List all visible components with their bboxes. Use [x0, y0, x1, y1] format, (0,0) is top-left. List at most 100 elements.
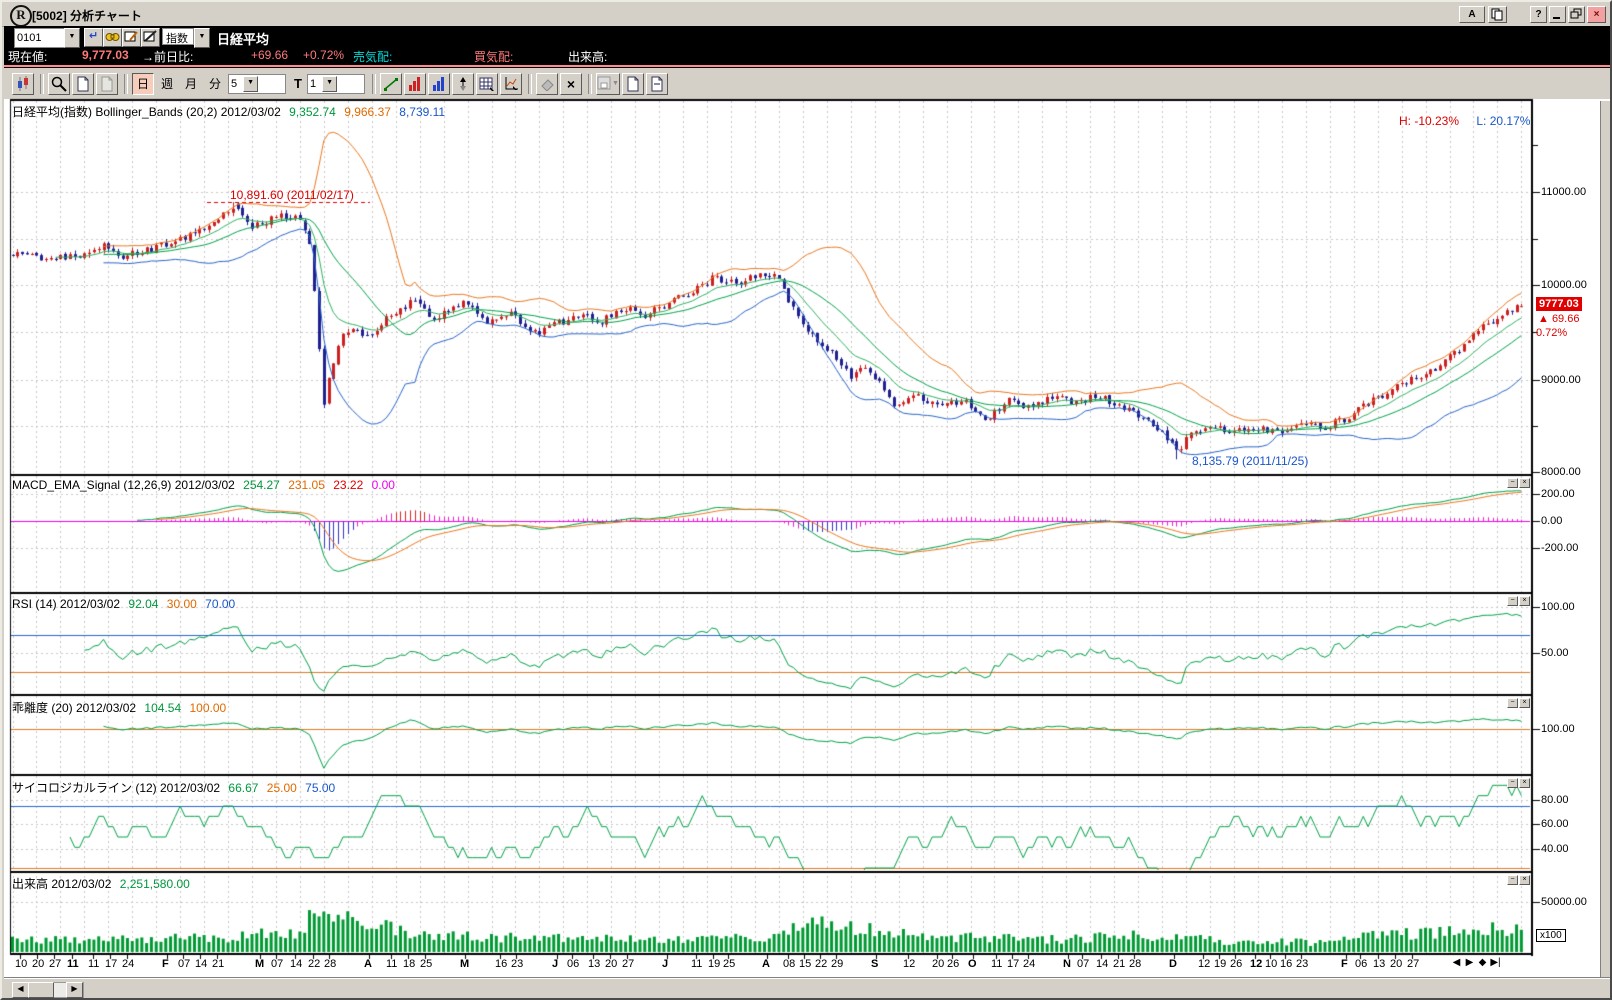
- memo-delete-icon[interactable]: [141, 28, 160, 47]
- x-axis-tick-label: 11: [691, 958, 703, 970]
- macd-minimize-button[interactable]: −: [1507, 478, 1518, 488]
- current-price-value: 9,777.03: [82, 48, 129, 62]
- rsi-low-band: 30.00: [166, 597, 197, 611]
- memo-edit-icon[interactable]: [122, 28, 141, 47]
- current-price-label: 現在値:: [8, 50, 48, 64]
- bollinger-mid-value: 9,352.74: [289, 105, 336, 119]
- psych-minimize-button[interactable]: −: [1507, 778, 1518, 788]
- bid-label: 買気配:: [474, 50, 514, 64]
- kairi-close-button[interactable]: ×: [1519, 698, 1530, 708]
- bars-red-button[interactable]: [403, 72, 426, 95]
- change-percent: +0.72%: [303, 48, 345, 62]
- x-axis-tick-label: 21: [1113, 958, 1126, 970]
- trendline-button[interactable]: [379, 72, 402, 95]
- prev-diff-label: →前日比:: [142, 50, 194, 64]
- x-axis-tick-label: 20: [32, 958, 45, 970]
- chart-type-button[interactable]: [499, 72, 522, 95]
- binoculars-icon[interactable]: [103, 28, 122, 47]
- y-axis-tick-label: 200.00: [1541, 488, 1575, 500]
- bars-blue-button[interactable]: [427, 72, 450, 95]
- y-axis-tick-label: -200.00: [1541, 542, 1579, 554]
- x-axis-tick-label: M: [255, 958, 265, 970]
- layout-page2-button[interactable]: [645, 72, 668, 95]
- y-axis-tick-label: 11000.00: [1541, 186, 1587, 198]
- main-panel-title: 日経平均(指数) Bollinger_Bands (20,2) 2012/03/…: [12, 105, 281, 119]
- x-axis-tick-label: 21: [212, 958, 225, 970]
- rsi-minimize-button[interactable]: −: [1507, 596, 1518, 606]
- category-select[interactable]: 指数*: [162, 28, 194, 58]
- period-month-button[interactable]: 月: [180, 72, 202, 95]
- quote-divider: [4, 65, 1610, 67]
- tick-interval-select[interactable]: 1 ▼: [306, 73, 365, 94]
- x-axis-tick-label: 27: [49, 958, 62, 970]
- toolbar-separator: [40, 73, 44, 94]
- y-axis-tick-label: 50.00: [1541, 647, 1569, 659]
- period-week-button[interactable]: 週: [156, 72, 178, 95]
- scale-updown-button[interactable]: [451, 72, 474, 95]
- h-scroll-right-button[interactable]: ▶: [66, 982, 83, 998]
- category-dropdown-button[interactable]: ▼: [194, 28, 210, 48]
- page-disabled-button[interactable]: [96, 72, 118, 95]
- x-axis-tick-label: 22: [815, 958, 828, 970]
- minute-interval-select[interactable]: 5 ▼: [228, 73, 286, 94]
- help-button[interactable]: ?: [1530, 6, 1547, 23]
- x-axis-tick-label: 07: [271, 958, 284, 970]
- close-button[interactable]: ×: [1587, 6, 1606, 23]
- up-down-arrows-icon: [459, 76, 466, 91]
- volume-close-button[interactable]: ×: [1519, 875, 1530, 885]
- x-axis-tick-label: F: [1341, 958, 1348, 970]
- toolbar-separator: [587, 73, 592, 94]
- layout-page-button[interactable]: [621, 72, 644, 95]
- y-axis-tick-label: 9000.00: [1541, 374, 1581, 386]
- x-axis-tick-label: 15: [799, 958, 812, 970]
- font-button[interactable]: A: [1459, 6, 1485, 23]
- minimize-icon: [1553, 17, 1560, 19]
- period-day-button[interactable]: 日: [132, 72, 154, 95]
- x-axis-tick-label: 06: [567, 958, 580, 970]
- minimize-button[interactable]: [1549, 6, 1566, 23]
- scroll-left-button[interactable]: ◀: [1450, 957, 1463, 968]
- h-scroll-left-button[interactable]: ◀: [12, 982, 29, 998]
- x-axis-tick-label: 06: [1355, 958, 1368, 970]
- jump-current-button[interactable]: ◆: [1476, 957, 1489, 968]
- eraser-button[interactable]: [535, 72, 558, 95]
- volume-multiplier-badge: x100: [1536, 929, 1566, 942]
- x-axis-tick-label: O: [968, 958, 977, 970]
- symbol-dropdown-button[interactable]: ▼: [64, 28, 80, 48]
- clear-all-button[interactable]: ×: [559, 72, 582, 95]
- period-minute-button[interactable]: 分: [204, 72, 226, 95]
- candlestick-chart-button[interactable]: [12, 72, 34, 95]
- x-axis-tick-label: 22: [308, 958, 321, 970]
- psych-close-button[interactable]: ×: [1519, 778, 1530, 788]
- restore-button[interactable]: [1568, 6, 1585, 23]
- enter-icon[interactable]: ↵: [84, 28, 103, 47]
- scroll-right-button[interactable]: ▶: [1463, 957, 1476, 968]
- x-axis-tick-label: D: [1169, 958, 1177, 970]
- window-title: [5002] 分析チャート: [32, 9, 142, 23]
- new-page-button[interactable]: [72, 72, 94, 95]
- kairi-value: 104.54: [144, 701, 182, 715]
- save-layout-button[interactable]: ▼: [595, 72, 620, 95]
- x-axis-tick-label: 25: [420, 958, 433, 970]
- zoom-button[interactable]: [48, 72, 70, 95]
- volume-minimize-button[interactable]: −: [1507, 875, 1518, 885]
- panel-header-volume: 出来高 2012/03/02 2,251,580.00: [12, 875, 195, 892]
- symbol-code-input[interactable]: [14, 28, 70, 48]
- x-axis-tick-label: 11: [991, 958, 1003, 970]
- h-scrollbar-thumb[interactable]: [28, 982, 54, 998]
- jump-end-button[interactable]: ▶|: [1489, 957, 1502, 968]
- grid-settings-button[interactable]: [475, 72, 498, 95]
- macd-close-button[interactable]: ×: [1519, 478, 1530, 488]
- macd-signal-value: 231.05: [288, 478, 325, 492]
- eraser-icon: [541, 78, 554, 91]
- macd-osci-value: 23.22: [333, 478, 364, 492]
- copy-icon: [1491, 8, 1503, 21]
- copy-button[interactable]: [1488, 6, 1507, 23]
- page-icon: [77, 76, 89, 91]
- kairi-minimize-button[interactable]: −: [1507, 698, 1518, 708]
- rsi-close-button[interactable]: ×: [1519, 596, 1530, 606]
- quote-bar: ▼ ↵ 指数* ▼ 日経平均 現在値: 9,777: [4, 26, 1610, 68]
- low-percent: L: 20.17%: [1476, 114, 1531, 128]
- y-axis-tick-label: 80.00: [1541, 794, 1569, 806]
- x-axis-tick-label: A: [364, 958, 372, 970]
